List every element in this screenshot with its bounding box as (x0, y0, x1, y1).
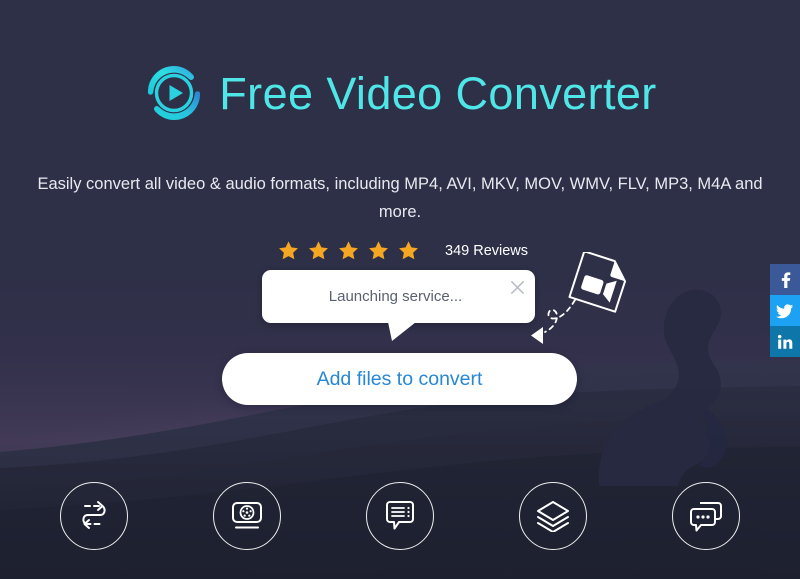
layers-icon (536, 501, 569, 532)
linkedin-icon (777, 334, 793, 349)
popup-tail (388, 322, 416, 341)
dashed-curved-arrow-icon (544, 299, 576, 333)
convert-arrows-icon (82, 501, 106, 529)
star-icon (339, 241, 358, 260)
popup-message: Launching service... (328, 288, 463, 305)
feature-screen-record-button[interactable] (213, 482, 282, 550)
page-title: Free Video Converter (219, 67, 657, 119)
play-circle-logo-icon (148, 66, 201, 120)
star-icon (399, 241, 418, 260)
add-files-to-convert-button[interactable]: Add files to convert (222, 353, 577, 405)
arrow-head-icon (531, 327, 543, 344)
free-video-converter-page: Free Video Converter Easily convert all … (0, 0, 800, 579)
reviews-count: 349 Reviews (445, 242, 529, 259)
screen-recorder-icon (232, 502, 263, 529)
chat-bubbles-icon (689, 501, 722, 531)
hero-subtitle: Easily convert all video & audio formats… (37, 175, 763, 221)
feature-batch-button[interactable] (518, 482, 587, 550)
star-icon (279, 241, 298, 260)
star-icon (369, 241, 388, 260)
subtitle-bubble-icon (385, 500, 414, 529)
close-icon-glyph (510, 280, 524, 294)
social-share-rail (770, 264, 800, 357)
feature-icon-row (0, 482, 800, 550)
feature-convert-button[interactable] (60, 482, 129, 550)
close-icon[interactable] (506, 276, 528, 298)
facebook-share-button[interactable] (770, 264, 800, 295)
twitter-icon (776, 303, 793, 318)
launching-service-popup: Launching service... (262, 270, 535, 341)
star-icon (309, 241, 328, 260)
rating-block: 349 Reviews (278, 240, 528, 261)
drop-hint-group (531, 252, 627, 344)
twitter-share-button[interactable] (770, 295, 800, 326)
feature-support-button[interactable] (671, 482, 740, 550)
feature-subtitles-button[interactable] (365, 482, 434, 550)
linkedin-share-button[interactable] (770, 326, 800, 357)
page-header: Free Video Converter (0, 62, 800, 124)
facebook-icon (781, 271, 791, 288)
video-file-icon (568, 252, 627, 313)
